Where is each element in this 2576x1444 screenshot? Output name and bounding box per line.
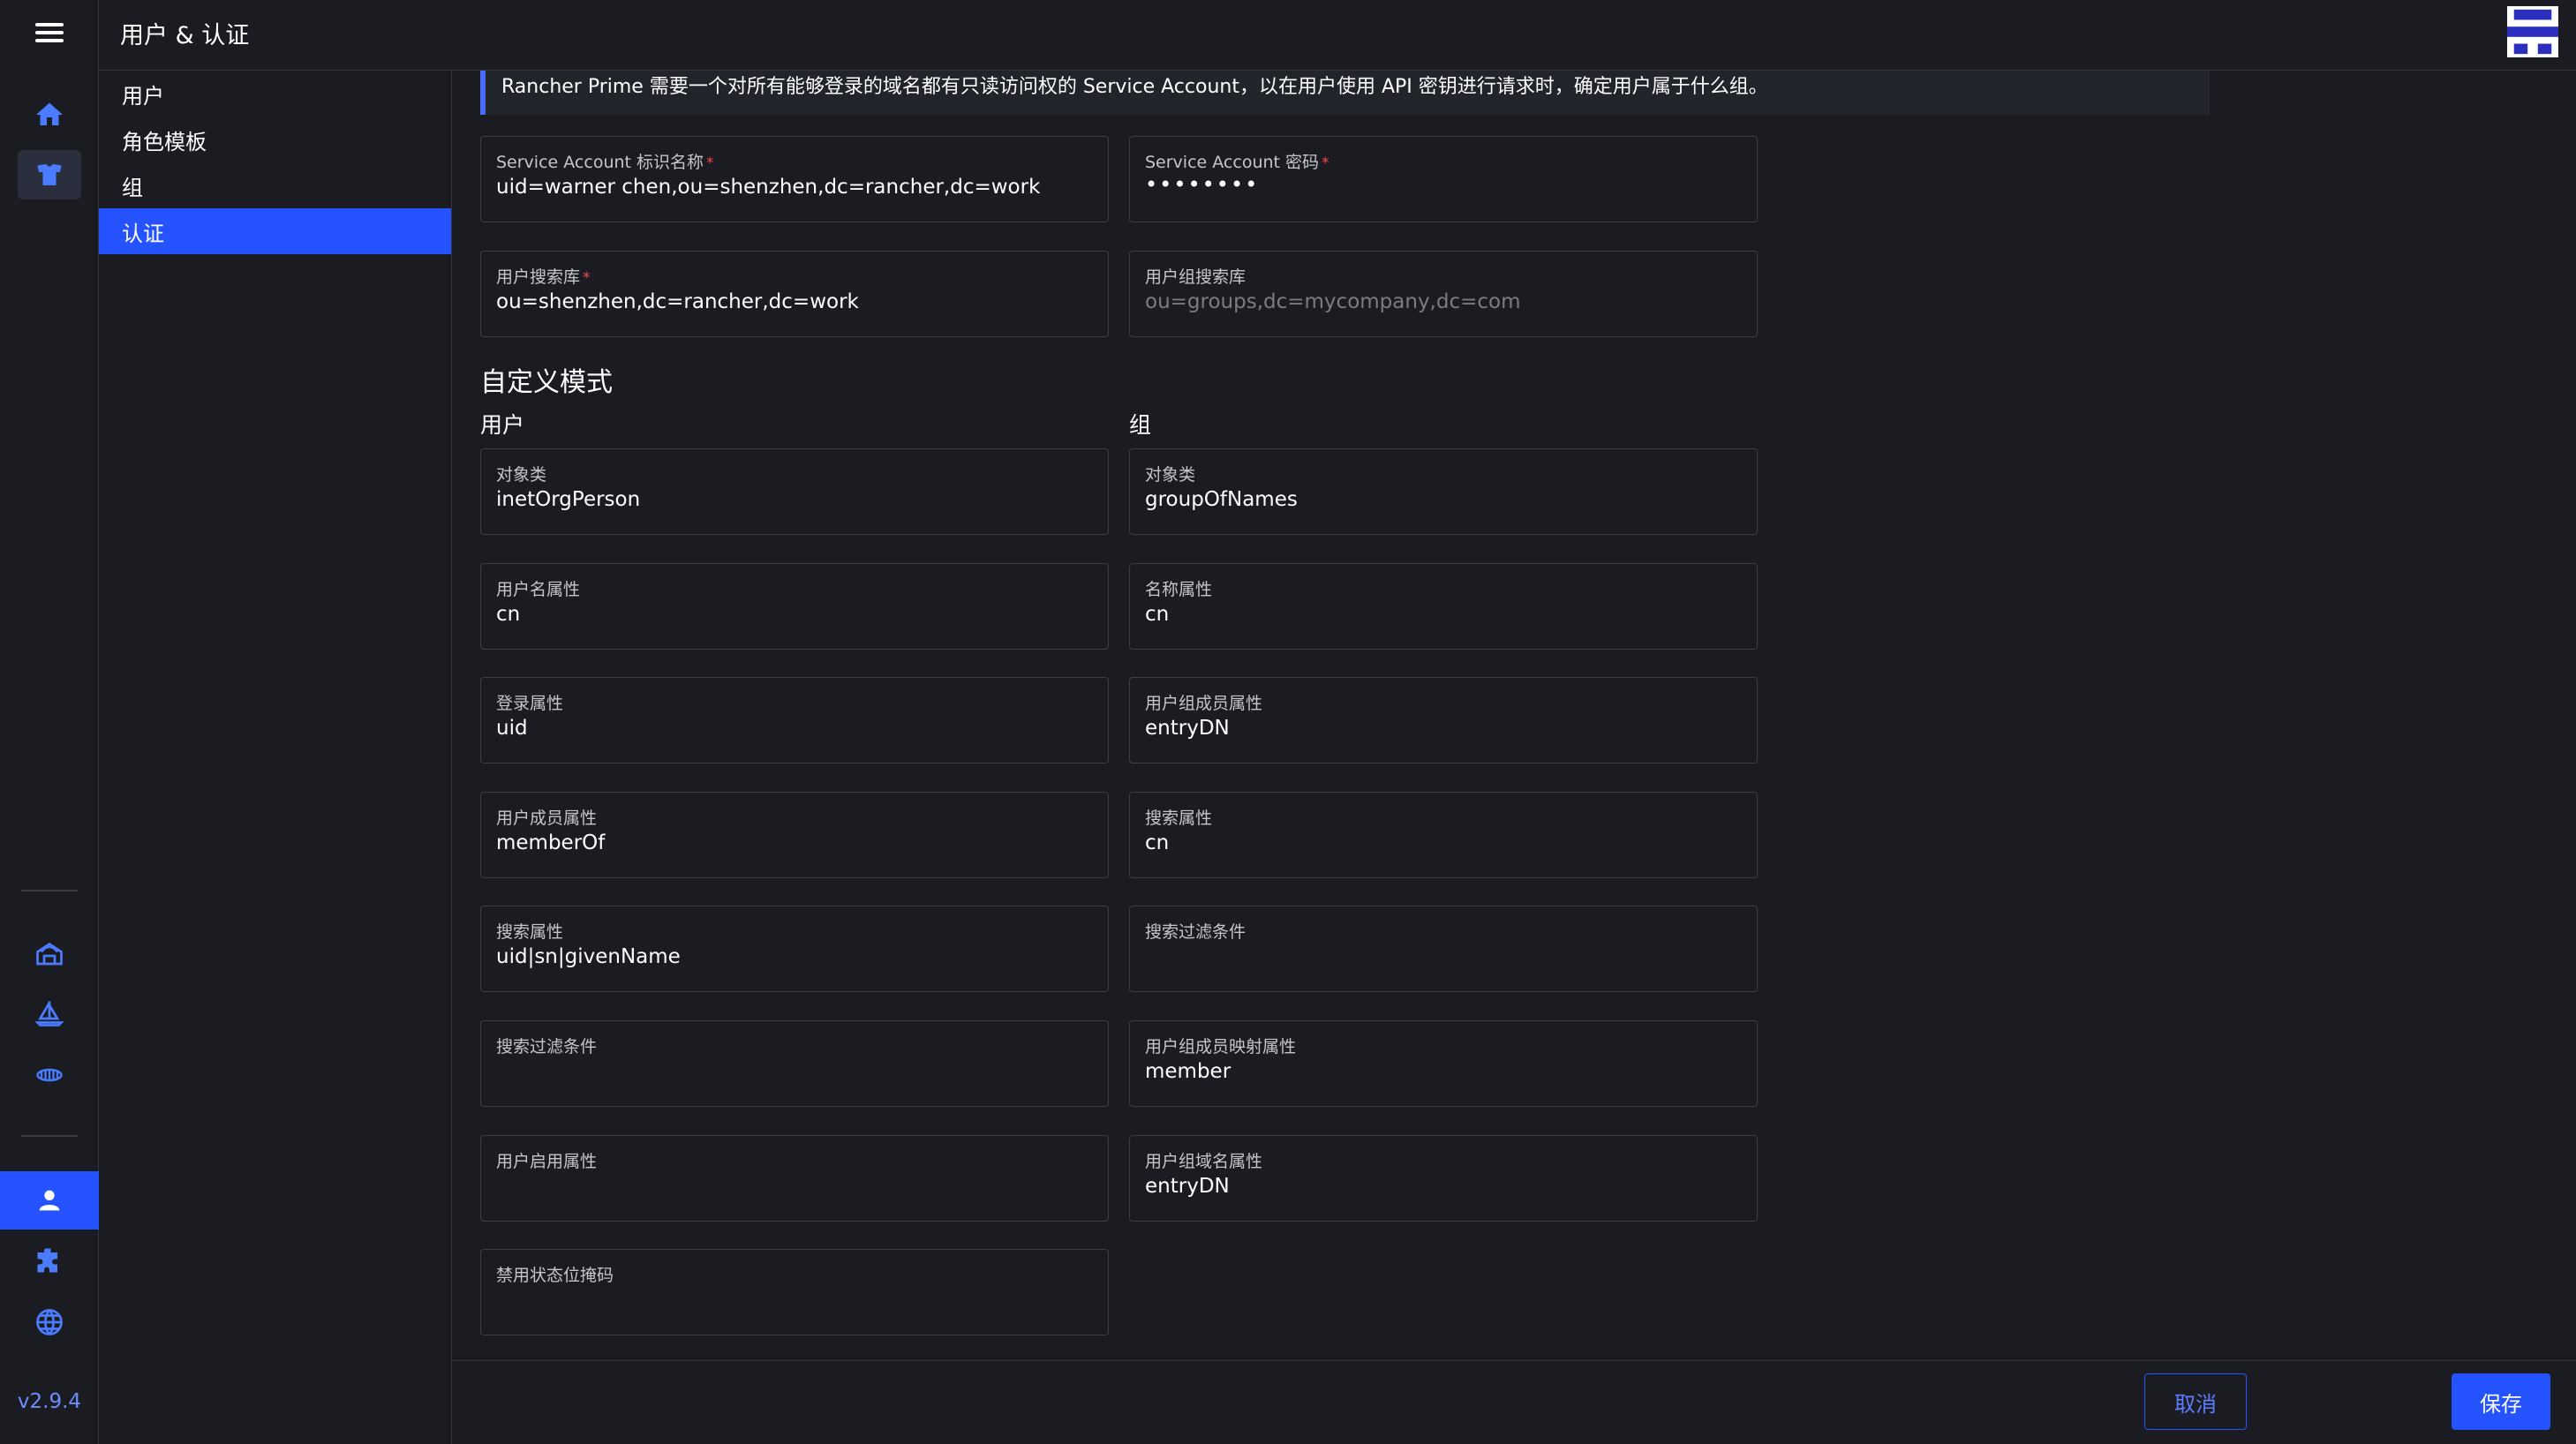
multicluster-apps-icon[interactable] [18, 1050, 81, 1100]
user-search-base-field[interactable]: 用户搜索库 * ou=shenzhen,dc=rancher,dc=work [480, 251, 1109, 337]
home-icon[interactable] [18, 90, 81, 139]
field-label: 禁用状态位掩码 [496, 1266, 614, 1285]
username-attribute-field[interactable]: 用户名属性 cn [480, 563, 1109, 650]
field-value: inetOrgPerson [496, 488, 641, 511]
field-label: 对象类 [1145, 465, 1196, 485]
user-search-attribute-field[interactable]: 搜索属性 uid|sn|givenName [480, 906, 1109, 992]
required-marker: * [583, 269, 591, 287]
field-label: 搜索过滤条件 [1145, 922, 1247, 942]
users-icon[interactable] [0, 1171, 99, 1230]
field-label: Service Account 标识名称 [496, 153, 704, 172]
user-object-class-field[interactable]: 对象类 inetOrgPerson [480, 448, 1109, 535]
field-label: 用户名属性 [496, 580, 581, 599]
login-attribute-field[interactable]: 登录属性 uid [480, 677, 1109, 763]
globe-icon[interactable] [18, 1297, 81, 1347]
field-value: ou=shenzhen,dc=rancher,dc=work [496, 290, 859, 313]
field-value: uid=warner chen,ou=shenzhen,dc=rancher,d… [496, 176, 1041, 199]
group-search-attribute-field[interactable]: 搜索属性 cn [1129, 792, 1758, 878]
user-search-filter-field[interactable]: 搜索过滤条件 [480, 1020, 1109, 1107]
group-dn-attribute-field[interactable]: 用户组域名属性 entryDN [1129, 1135, 1758, 1222]
group-member-user-attribute-field[interactable]: 用户组成员属性 entryDN [1129, 677, 1758, 763]
field-value: uid|sn|givenName [496, 945, 681, 968]
group-name-attribute-field[interactable]: 名称属性 cn [1129, 563, 1758, 650]
field-label: Service Account 密码 [1145, 153, 1320, 172]
field-value: memberOf [496, 831, 606, 854]
service-account-password-field[interactable]: Service Account 密码 * •••••••• [1129, 136, 1758, 222]
field-label: 名称属性 [1145, 580, 1213, 599]
form-footer: 取消 保存 [452, 1360, 2576, 1444]
subnav-item-groups[interactable]: 组 [99, 162, 451, 208]
user-schema-heading: 用户 [480, 412, 525, 438]
field-label: 用户组搜索库 [1145, 267, 1247, 287]
cluster-icon[interactable] [18, 150, 81, 199]
group-search-base-field[interactable]: 用户组搜索库 ou=groups,dc=mycompany,dc=com [1129, 251, 1758, 337]
group-search-filter-field[interactable]: 搜索过滤条件 [1129, 906, 1758, 992]
field-label: 用户搜索库 [496, 267, 581, 287]
field-label: 搜索过滤条件 [496, 1037, 598, 1057]
field-label: 用户成员属性 [496, 808, 598, 828]
field-label: 对象类 [496, 465, 547, 485]
field-value: groupOfNames [1145, 488, 1298, 511]
cancel-button[interactable]: 取消 [2144, 1373, 2247, 1430]
subnav-item-users[interactable]: 用户 [99, 71, 451, 117]
users-auth-subnav: 用户 角色模板 组 认证 [99, 71, 452, 1444]
field-label: 用户组成员属性 [1145, 694, 1263, 713]
field-value: uid [496, 717, 528, 740]
main-nav-rail: v2.9.4 [0, 0, 99, 1444]
auth-config-form: Rancher Prime 需要一个对所有能够登录的域名都有只读访问权的 Ser… [452, 71, 2576, 1360]
field-value: •••••••• [1145, 172, 1260, 197]
fleet-icon[interactable] [18, 929, 81, 978]
field-label: 搜索属性 [1145, 808, 1213, 828]
field-label: 登录属性 [496, 694, 564, 713]
rail-divider [21, 890, 78, 891]
field-value: entryDN [1145, 1175, 1230, 1198]
top-header: 用户 & 认证 [99, 0, 2576, 71]
required-marker: * [1322, 154, 1329, 172]
user-enabled-attribute-field[interactable]: 用户启用属性 [480, 1135, 1109, 1222]
field-value: cn [1145, 603, 1170, 626]
required-marker: * [706, 154, 714, 172]
rail-divider [21, 1135, 78, 1137]
save-button[interactable]: 保存 [2452, 1373, 2550, 1430]
field-label: 用户组成员映射属性 [1145, 1037, 1297, 1057]
menu-icon[interactable] [32, 19, 67, 48]
custom-schema-heading: 自定义模式 [480, 367, 613, 398]
field-label: 用户组域名属性 [1145, 1152, 1263, 1171]
group-object-class-field[interactable]: 对象类 groupOfNames [1129, 448, 1758, 535]
continuous-delivery-icon[interactable] [18, 989, 81, 1038]
version-label: v2.9.4 [17, 1390, 82, 1413]
user-member-attribute-field[interactable]: 用户成员属性 memberOf [480, 792, 1109, 878]
subnav-item-auth-provider[interactable]: 认证 [99, 208, 451, 254]
brand-logo-icon [2507, 5, 2558, 58]
field-value: entryDN [1145, 717, 1230, 740]
field-value: cn [496, 603, 521, 626]
field-label: 用户启用属性 [496, 1152, 598, 1171]
field-value: member [1145, 1060, 1232, 1083]
info-banner: Rancher Prime 需要一个对所有能够登录的域名都有只读访问权的 Ser… [480, 71, 2210, 115]
disabled-bitmask-field[interactable]: 禁用状态位掩码 [480, 1249, 1109, 1335]
field-placeholder: ou=groups,dc=mycompany,dc=com [1145, 290, 1521, 313]
extensions-icon[interactable] [18, 1236, 81, 1285]
group-member-mapping-attribute-field[interactable]: 用户组成员映射属性 member [1129, 1020, 1758, 1107]
field-value: cn [1145, 831, 1170, 854]
field-label: 搜索属性 [496, 922, 564, 942]
subnav-item-role-templates[interactable]: 角色模板 [99, 117, 451, 162]
service-account-dn-field[interactable]: Service Account 标识名称 * uid=warner chen,ou… [480, 136, 1109, 222]
group-schema-heading: 组 [1129, 412, 1152, 438]
page-title: 用户 & 认证 [120, 22, 250, 49]
